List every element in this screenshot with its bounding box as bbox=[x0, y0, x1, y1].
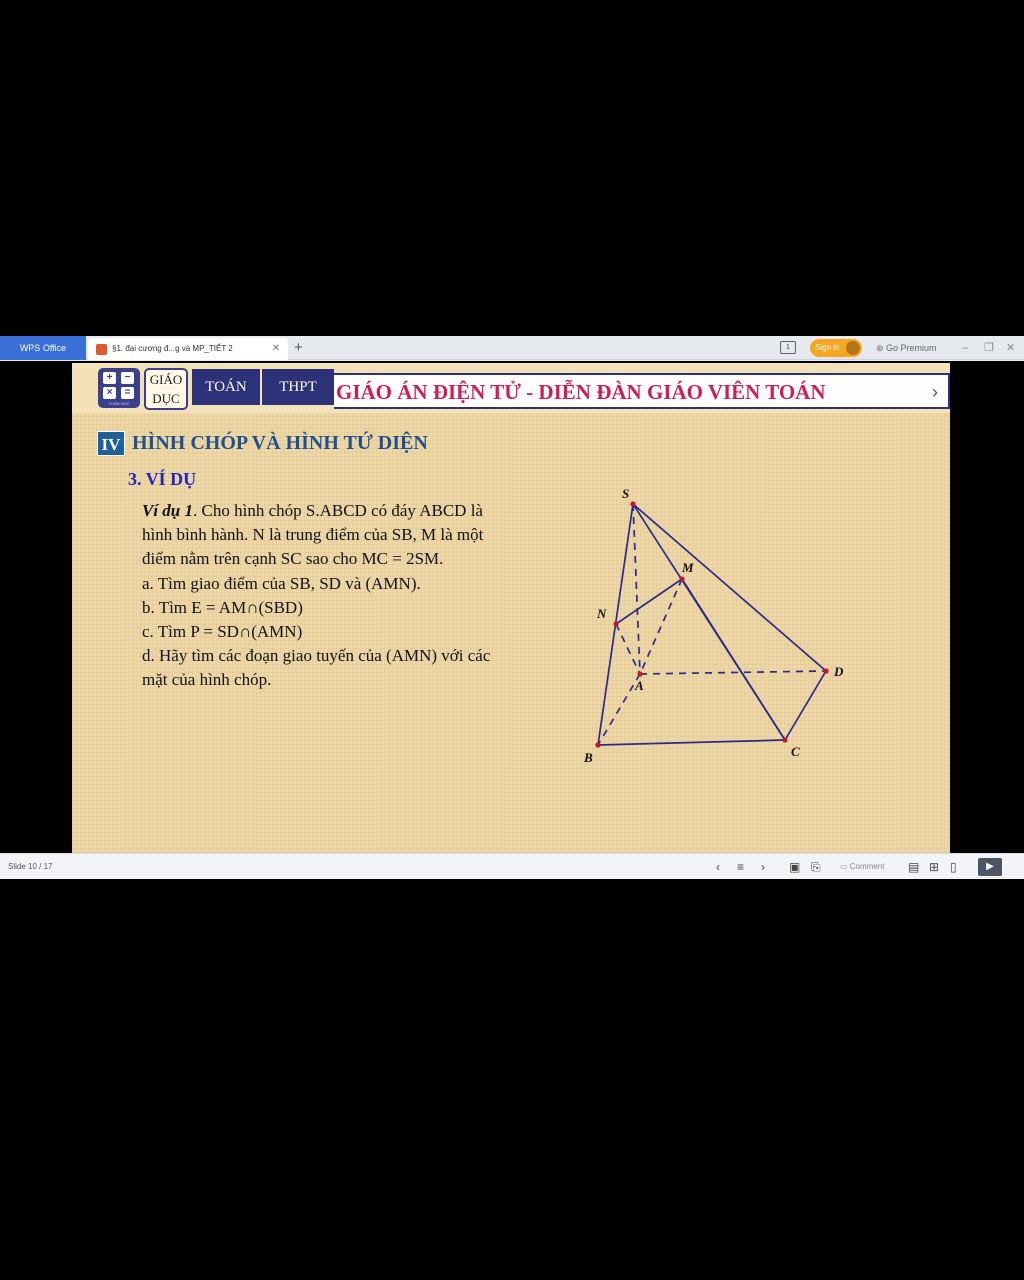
edge-ab bbox=[597, 673, 641, 746]
slide-list-icon[interactable]: ≡ bbox=[737, 854, 744, 880]
label-b: B bbox=[583, 750, 593, 765]
new-tab-button[interactable]: + bbox=[294, 336, 303, 360]
normal-view-icon[interactable]: ▤ bbox=[908, 854, 919, 880]
vertex-s bbox=[630, 501, 636, 507]
banner-title: GIÁO ÁN ĐIỆN TỬ - DIỄN ĐÀN GIÁO VIÊN TOÁ… bbox=[336, 380, 826, 404]
pyramid-figure: S M N A B C D bbox=[583, 486, 844, 765]
problem-line-2: hình bình hành. N là trung điểm của SB, … bbox=[142, 525, 484, 545]
toan-tab: TOÁN bbox=[192, 369, 260, 405]
slide-counter: Slide 10 / 17 bbox=[8, 862, 53, 871]
edge-sd bbox=[632, 503, 827, 672]
document-tab-label: §1. đại cương đ...g và MP_TIẾT 2 bbox=[112, 344, 233, 353]
sign-in-label: Sign in bbox=[815, 343, 840, 352]
vertex-b bbox=[595, 742, 601, 748]
slide-viewport: + − × = TOÁN HỌC GIÁO DỤC TOÁN THPT GIÁO… bbox=[0, 361, 1024, 853]
label-m: M bbox=[681, 560, 694, 575]
slide: + − × = TOÁN HỌC GIÁO DỤC TOÁN THPT GIÁO… bbox=[72, 363, 950, 853]
previous-slide-icon[interactable]: ‹ bbox=[716, 854, 720, 880]
vertex-labels: S M N A B C D bbox=[583, 486, 844, 765]
chevron-right-icon: › bbox=[932, 382, 938, 402]
vertex-c bbox=[782, 737, 788, 743]
problem-line-6: c. Tìm P = SD∩(AMN) bbox=[142, 622, 303, 642]
tab-bar: WPS Office §1. đại cương đ...g và MP_TIẾ… bbox=[0, 336, 1024, 360]
edge-nm bbox=[615, 578, 683, 625]
wps-office-button[interactable]: WPS Office bbox=[0, 336, 86, 360]
label-n: N bbox=[596, 606, 607, 621]
problem-line-3: điểm nằm trên cạnh SC sao cho MC = 2SM. bbox=[142, 549, 444, 569]
document-tab[interactable]: §1. đại cương đ...g và MP_TIẾT 2 ✕ bbox=[88, 338, 288, 360]
section-number: IV bbox=[97, 431, 125, 456]
edge-sa bbox=[632, 503, 641, 675]
label-s: S bbox=[622, 486, 629, 501]
slide-sorter-icon[interactable]: ⊞ bbox=[929, 854, 939, 880]
tab-count-badge[interactable]: 1 bbox=[780, 341, 796, 354]
slide-header: + − × = TOÁN HỌC GIÁO DỤC TOÁN THPT GIÁO… bbox=[72, 363, 950, 413]
premium-icon: ⊛ bbox=[876, 343, 887, 353]
status-bar: Slide 10 / 17 ‹ ≡ › ▣ ⎘ ▭ Comment ▤ ⊞ ▯ … bbox=[0, 853, 1024, 879]
close-window-icon[interactable]: ✕ bbox=[1006, 336, 1015, 360]
logo-caption: TOÁN HỌC bbox=[108, 401, 130, 406]
export-icon[interactable]: ⎘ bbox=[811, 854, 821, 880]
vertex-a bbox=[637, 671, 643, 677]
reading-view-icon[interactable]: ▯ bbox=[950, 854, 957, 880]
subsection-title: 3. VÍ DỤ bbox=[128, 469, 197, 489]
problem-line-5: b. Tìm E = AM∩(SBD) bbox=[142, 597, 303, 617]
comment-icon: ▭ bbox=[840, 862, 850, 871]
giao-duc-label: GIÁO DỤC bbox=[144, 368, 188, 410]
giao-text: GIÁO bbox=[149, 372, 183, 387]
label-a: A bbox=[634, 678, 644, 693]
times-icon: × bbox=[103, 387, 116, 399]
edge-na bbox=[615, 623, 641, 675]
edge-mc bbox=[681, 578, 786, 741]
minimize-icon[interactable]: – bbox=[962, 336, 968, 360]
toan-hoc-logo: + − × = TOÁN HỌC bbox=[98, 368, 140, 408]
problem-text: Ví dụ 1. Cho hình chóp S.ABCD có đáy ABC… bbox=[142, 499, 562, 693]
header-banner: GIÁO ÁN ĐIỆN TỬ - DIỄN ĐÀN GIÁO VIÊN TOÁ… bbox=[334, 373, 950, 409]
restore-icon[interactable]: ❐ bbox=[984, 336, 994, 360]
problem-line-1: Ví dụ 1. Cho hình chóp S.ABCD có đáy ABC… bbox=[142, 501, 483, 520]
edge-cd bbox=[784, 670, 827, 741]
play-icon: ▶ bbox=[986, 861, 994, 872]
minus-icon: − bbox=[121, 372, 134, 384]
presentation-icon bbox=[96, 344, 107, 355]
solid-edges bbox=[597, 503, 827, 746]
problem-label: Ví dụ 1 bbox=[142, 501, 194, 520]
close-tab-icon[interactable]: ✕ bbox=[272, 338, 280, 360]
plus-icon: + bbox=[103, 372, 116, 384]
sign-in-button[interactable]: Sign in bbox=[810, 339, 862, 357]
comment-button[interactable]: ▭ Comment bbox=[840, 854, 884, 880]
problem-line-4: a. Tìm giao điểm của SB, SD và (AMN). bbox=[142, 573, 421, 593]
duc-text: DỤC bbox=[152, 391, 180, 406]
problem-line-8: mặt của hình chóp. bbox=[142, 670, 272, 690]
vertex-n bbox=[613, 621, 619, 627]
app-window: WPS Office §1. đại cương đ...g và MP_TIẾ… bbox=[0, 336, 1024, 879]
thpt-tab: THPT bbox=[262, 369, 334, 405]
label-d: D bbox=[833, 664, 844, 679]
problem-line-7: d. Hãy tìm các đoạn giao tuyến của (AMN)… bbox=[142, 646, 491, 666]
edge-ad bbox=[639, 670, 827, 675]
play-slideshow-button[interactable]: ▶ bbox=[978, 858, 1002, 876]
avatar-icon bbox=[846, 341, 860, 355]
vertex-d bbox=[823, 668, 829, 674]
section-title: HÌNH CHÓP VÀ HÌNH TỨ DIỆN bbox=[132, 432, 428, 454]
premium-label: Go Premium bbox=[886, 343, 937, 353]
notes-icon[interactable]: ▣ bbox=[789, 854, 800, 880]
edge-bc bbox=[597, 739, 786, 746]
next-slide-icon[interactable]: › bbox=[761, 854, 765, 880]
comment-label: Comment bbox=[849, 862, 885, 871]
vertex-m bbox=[679, 576, 685, 582]
label-c: C bbox=[791, 744, 800, 759]
equals-icon: = bbox=[121, 387, 134, 399]
go-premium-button[interactable]: ⊛ Go Premium bbox=[876, 336, 937, 360]
